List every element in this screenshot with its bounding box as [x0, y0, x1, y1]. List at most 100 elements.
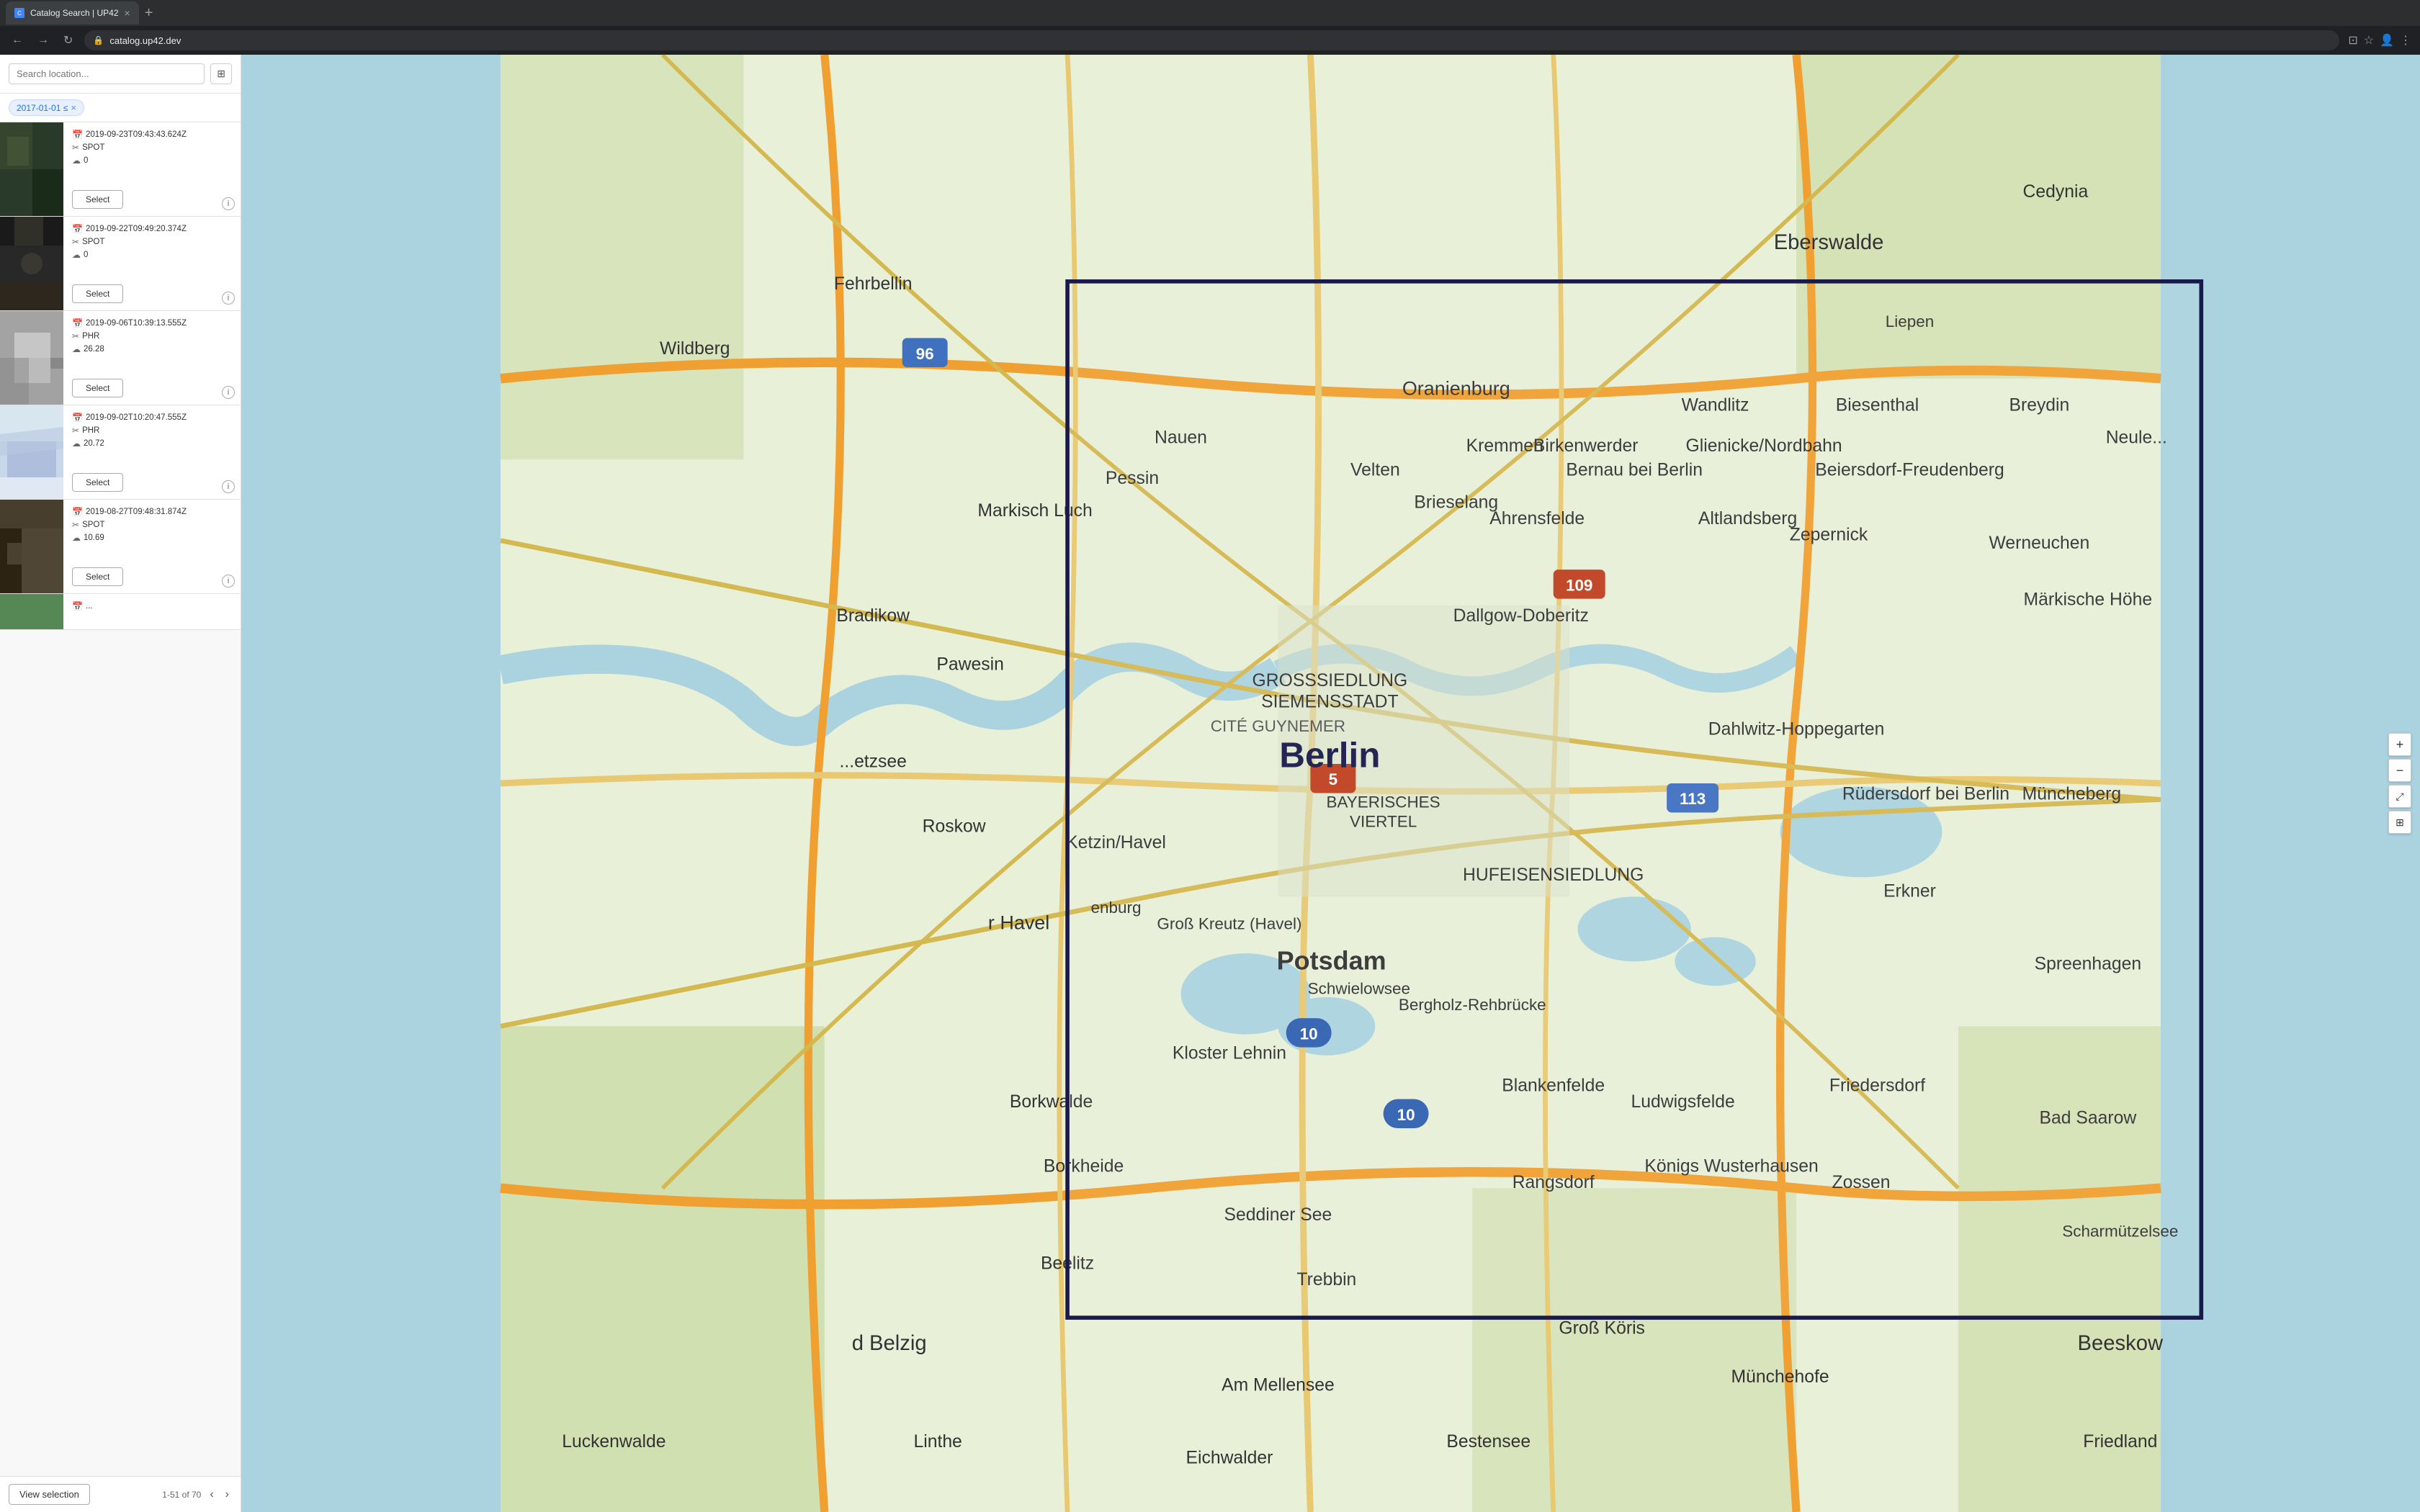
expand-button[interactable]: ⤢	[2388, 785, 2411, 808]
filter-button[interactable]: ⊞	[210, 63, 232, 84]
list-item: 📅 2019-09-02T10:20:47.555Z ✂ PHR ☁ 20.72…	[0, 405, 241, 500]
cloud-icon: ☁	[72, 250, 81, 260]
result-details: 📅 2019-09-22T09:49:20.374Z ✂ SPOT ☁ 0 Se…	[63, 217, 241, 310]
result-satellite: ✂ PHR	[72, 426, 233, 436]
satellite-icon: ✂	[72, 426, 79, 436]
new-tab-button[interactable]: +	[142, 2, 156, 24]
result-cloud: ☁ 10.69	[72, 533, 233, 543]
tag-remove-button[interactable]: ×	[71, 102, 76, 113]
lock-icon: 🔒	[93, 35, 104, 45]
zoom-in-button[interactable]: +	[2388, 733, 2411, 756]
result-cloud: ☁ 26.28	[72, 344, 233, 354]
svg-text:Cedynia: Cedynia	[2023, 182, 2089, 202]
svg-text:r Havel: r Havel	[988, 912, 1049, 933]
satellite-icon: ✂	[72, 143, 79, 153]
satellite-icon: ✂	[72, 331, 79, 341]
calendar-icon: 📅	[72, 507, 83, 517]
result-thumbnail	[0, 311, 63, 405]
url-bar[interactable]: 🔒 catalog.up42.dev	[84, 30, 2339, 50]
back-button[interactable]: ←	[9, 31, 26, 50]
cloud-icon: ☁	[72, 533, 81, 543]
url-text: catalog.up42.dev	[109, 35, 181, 46]
svg-text:Eberswalde: Eberswalde	[1774, 231, 1884, 254]
info-button[interactable]: i	[222, 386, 235, 399]
menu-icon[interactable]: ⋮	[2400, 33, 2411, 48]
result-thumbnail	[0, 594, 63, 630]
list-item: 📅 2019-08-27T09:48:31.874Z ✂ SPOT ☁ 10.6…	[0, 500, 241, 594]
previous-page-button[interactable]: ‹	[207, 1487, 216, 1503]
info-button[interactable]: i	[222, 292, 235, 305]
svg-text:96: 96	[916, 345, 934, 363]
svg-text:Fehrbellin: Fehrbellin	[834, 274, 913, 294]
result-satellite: ✂ SPOT	[72, 520, 233, 530]
svg-text:Bestensee: Bestensee	[1446, 1432, 1531, 1452]
result-thumbnail	[0, 122, 63, 216]
list-item: 📅 2019-09-23T09:43:43.624Z ✂ SPOT ☁ 0 Se…	[0, 122, 241, 217]
list-item: 📅 2019-09-22T09:49:20.374Z ✂ SPOT ☁ 0 Se…	[0, 217, 241, 311]
cast-icon[interactable]: ⊡	[2348, 33, 2357, 48]
result-date: 📅 ...	[72, 601, 233, 611]
svg-text:Luckenwalde: Luckenwalde	[562, 1432, 666, 1452]
select-button[interactable]: Select	[72, 473, 123, 492]
info-button[interactable]: i	[222, 480, 235, 493]
profile-icon[interactable]: 👤	[2380, 33, 2394, 48]
list-item: 📅 2019-09-06T10:39:13.555Z ✂ PHR ☁ 26.28…	[0, 311, 241, 405]
result-date: 📅 2019-08-27T09:48:31.874Z	[72, 507, 233, 517]
bookmark-icon[interactable]: ☆	[2364, 33, 2374, 48]
svg-text:Beeskow: Beeskow	[2078, 1332, 2164, 1355]
tab-title: Catalog Search | UP42	[30, 8, 119, 18]
search-input[interactable]	[9, 63, 205, 84]
result-satellite: ✂ SPOT	[72, 237, 233, 247]
address-bar-icons: ⊡ ☆ 👤 ⋮	[2348, 33, 2411, 48]
info-button[interactable]: i	[222, 197, 235, 210]
list-item: 📅 ...	[0, 594, 241, 630]
svg-text:Friedland: Friedland	[2083, 1432, 2157, 1452]
result-details: 📅 2019-09-06T10:39:13.555Z ✂ PHR ☁ 26.28…	[63, 311, 241, 405]
result-details: 📅 ...	[63, 594, 241, 629]
reload-button[interactable]: ↻	[60, 30, 76, 50]
cloud-icon: ☁	[72, 344, 81, 354]
pagination-text: 1-51 of 70	[162, 1490, 201, 1500]
forward-button[interactable]: →	[35, 31, 52, 50]
select-button[interactable]: Select	[72, 284, 123, 303]
result-details: 📅 2019-09-23T09:43:43.624Z ✂ SPOT ☁ 0 Se…	[63, 122, 241, 216]
select-button[interactable]: Select	[72, 379, 123, 397]
results-list: 📅 2019-09-23T09:43:43.624Z ✂ SPOT ☁ 0 Se…	[0, 122, 241, 1476]
next-page-button[interactable]: ›	[223, 1487, 232, 1503]
svg-text:Bradikow: Bradikow	[836, 606, 910, 626]
search-bar: ⊞	[0, 55, 241, 94]
svg-text:Linthe: Linthe	[913, 1432, 962, 1452]
svg-text:Pawesin: Pawesin	[936, 655, 1003, 675]
sidebar-footer: View selection 1-51 of 70 ‹ ›	[0, 1476, 241, 1512]
info-button[interactable]: i	[222, 575, 235, 588]
view-selection-button[interactable]: View selection	[9, 1484, 90, 1505]
result-thumbnail	[0, 500, 63, 593]
browser-chrome: C Catalog Search | UP42 × + ← → ↻ 🔒 cata…	[0, 0, 2420, 55]
result-satellite: ✂ PHR	[72, 331, 233, 341]
map-controls: + − ⤢ ⊞	[2388, 733, 2411, 834]
calendar-icon: 📅	[72, 318, 83, 328]
svg-text:...etzsee: ...etzsee	[839, 752, 906, 772]
svg-text:d Belzig: d Belzig	[852, 1332, 927, 1355]
layers-button[interactable]: ⊞	[2388, 811, 2411, 834]
select-button[interactable]: Select	[72, 567, 123, 586]
result-cloud: ☁ 0	[72, 156, 233, 166]
satellite-icon: ✂	[72, 520, 79, 530]
result-thumbnail	[0, 217, 63, 310]
result-cloud: ☁ 0	[72, 250, 233, 260]
pagination: 1-51 of 70 ‹ ›	[162, 1487, 232, 1503]
map-svg: 96 10 10 5 113 109 Berlin GROSSSIEDLUNG …	[241, 55, 2420, 1512]
result-details: 📅 2019-08-27T09:48:31.874Z ✂ SPOT ☁ 10.6…	[63, 500, 241, 593]
svg-text:Am Mellensee: Am Mellensee	[1222, 1375, 1335, 1395]
svg-text:Wildberg: Wildberg	[660, 339, 730, 359]
result-details: 📅 2019-09-02T10:20:47.555Z ✂ PHR ☁ 20.72…	[63, 405, 241, 499]
tab-close-button[interactable]: ×	[125, 7, 130, 19]
calendar-icon: 📅	[72, 130, 83, 140]
active-tab[interactable]: C Catalog Search | UP42 ×	[6, 1, 139, 24]
select-button[interactable]: Select	[72, 190, 123, 209]
zoom-out-button[interactable]: −	[2388, 759, 2411, 782]
svg-text:Groß Köris: Groß Köris	[1559, 1319, 1645, 1338]
svg-text:Roskow: Roskow	[923, 816, 986, 836]
svg-text:Münchehofe: Münchehofe	[1731, 1367, 1829, 1387]
map-area[interactable]: 96 10 10 5 113 109 Berlin GROSSSIEDLUNG …	[241, 55, 2420, 1512]
